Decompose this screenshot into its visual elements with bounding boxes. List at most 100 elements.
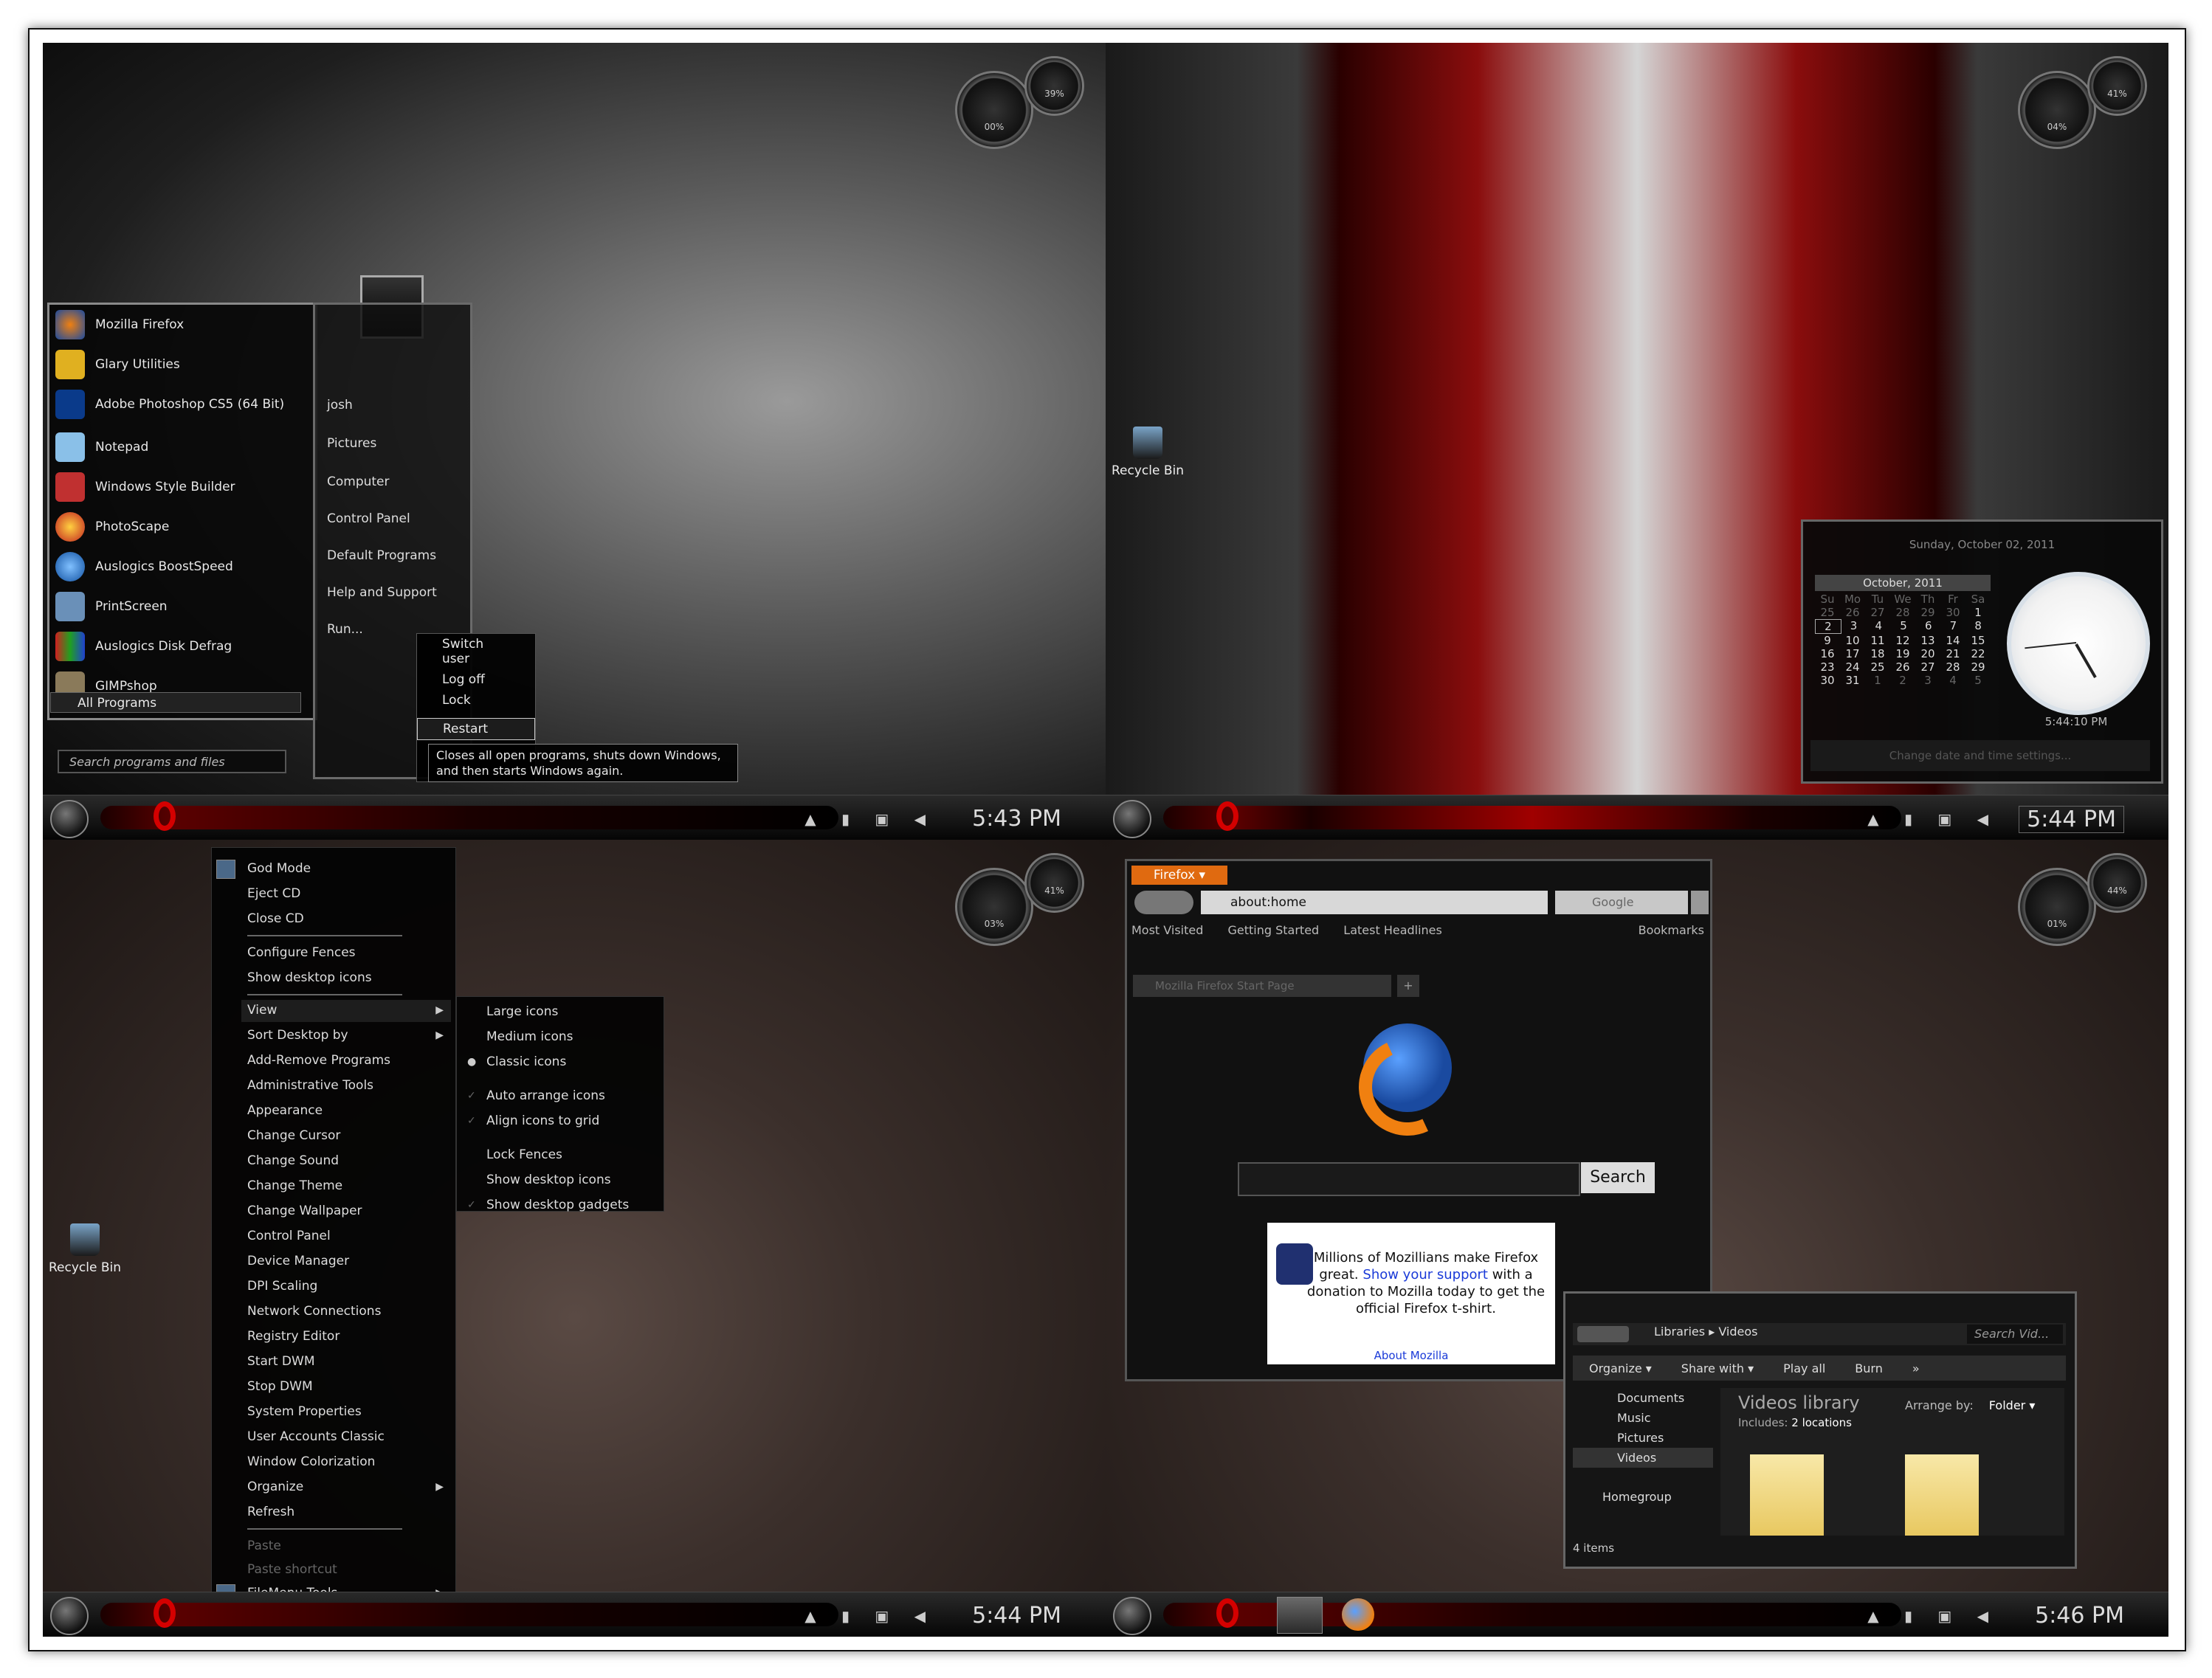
calendar-day[interactable]: 14 — [1940, 634, 1965, 647]
calendar-day[interactable]: 12 — [1890, 634, 1915, 647]
calendar-day[interactable]: 11 — [1865, 634, 1890, 647]
opera-icon[interactable] — [1216, 801, 1238, 831]
calendar-day[interactable]: 20 — [1915, 647, 1940, 660]
taskbar-clock[interactable]: 5:44 PM — [2019, 806, 2124, 833]
link-user[interactable]: josh — [327, 398, 353, 412]
menu-god-mode[interactable]: God Mode — [247, 861, 311, 876]
menu-show-desktop-icons[interactable]: Show desktop icons — [247, 970, 372, 985]
menu-dpi-scaling[interactable]: DPI Scaling — [247, 1279, 317, 1294]
calendar-day[interactable]: 24 — [1840, 660, 1865, 674]
calendar-day[interactable]: 10 — [1840, 634, 1865, 647]
menu-eject-cd[interactable]: Eject CD — [247, 886, 300, 901]
breadcrumb[interactable]: Libraries ▸ Videos — [1654, 1325, 1757, 1339]
menu-show-desktop-gadgets[interactable]: Show desktop gadgets — [486, 1198, 629, 1212]
menu-device-manager[interactable]: Device Manager — [247, 1254, 349, 1268]
folder-icon[interactable] — [1750, 1454, 1824, 1536]
arrange-by-dropdown[interactable]: Folder ▾ — [1989, 1398, 2036, 1412]
nav-pictures[interactable]: Pictures — [1573, 1428, 1713, 1448]
menu-close-cd[interactable]: Close CD — [247, 911, 304, 926]
calendar-day[interactable]: 28 — [1940, 660, 1965, 674]
menu-registry-editor[interactable]: Registry Editor — [247, 1329, 340, 1344]
calendar-day[interactable]: 19 — [1890, 647, 1915, 660]
nav-videos[interactable]: Videos — [1573, 1448, 1713, 1468]
calendar-day[interactable]: 29 — [1965, 660, 1991, 674]
system-tray[interactable]: ▲ ▮ ▣ ◀ — [804, 1607, 936, 1625]
breadcrumb-videos[interactable]: Videos — [1718, 1325, 1757, 1339]
menu-refresh[interactable]: Refresh — [247, 1505, 294, 1519]
calendar-day[interactable]: 13 — [1915, 634, 1940, 647]
calendar-day[interactable]: 1 — [1965, 606, 1991, 619]
nav-documents[interactable]: Documents — [1573, 1388, 1713, 1408]
bookmarks-button[interactable]: Bookmarks — [1639, 923, 1704, 937]
menu-switch-user[interactable]: Switch user — [417, 634, 535, 669]
promo-support-link[interactable]: Show your support — [1362, 1267, 1488, 1282]
menu-large-icons[interactable]: Large icons — [486, 1004, 558, 1019]
calendar-day-today[interactable]: 2 — [1815, 619, 1841, 634]
menu-auto-arrange[interactable]: Auto arrange icons — [486, 1088, 605, 1103]
more-button[interactable]: » — [1912, 1361, 1920, 1375]
calendar-day[interactable]: 3 — [1915, 674, 1940, 687]
menu-view-show-desktop-icons[interactable]: Show desktop icons — [486, 1173, 611, 1187]
menu-network-connections[interactable]: Network Connections — [247, 1304, 381, 1319]
back-forward-buttons[interactable] — [1134, 891, 1193, 914]
folder-icon[interactable] — [1905, 1454, 1979, 1536]
calendar-day[interactable]: 3 — [1841, 619, 1867, 634]
program-glary[interactable]: Glary Utilities — [55, 346, 180, 383]
firefox-menu-button[interactable]: Firefox ▾ — [1131, 866, 1227, 885]
calendar-day[interactable]: 29 — [1915, 606, 1940, 619]
menu-configure-fences[interactable]: Configure Fences — [247, 945, 356, 960]
includes-locations-link[interactable]: 2 locations — [1791, 1416, 1852, 1429]
calendar-day[interactable]: 5 — [1891, 619, 1916, 634]
calendar-day[interactable]: 17 — [1840, 647, 1865, 660]
calendar-day[interactable]: 30 — [1940, 606, 1965, 619]
calendar-day[interactable]: 4 — [1866, 619, 1891, 634]
system-tray[interactable]: ▲ ▮ ▣ ◀ — [1867, 1607, 1999, 1625]
opera-icon[interactable] — [1216, 1598, 1238, 1628]
calendar-day[interactable]: 27 — [1865, 606, 1890, 619]
taskbar-clock[interactable]: 5:43 PM — [972, 806, 1061, 832]
calendar-day[interactable]: 27 — [1915, 660, 1940, 674]
nav-homegroup[interactable]: Homegroup — [1573, 1487, 1713, 1507]
breadcrumb-libraries[interactable]: Libraries — [1654, 1325, 1705, 1339]
menu-sort-desktop[interactable]: Sort Desktop by — [247, 1028, 348, 1043]
explorer-back-forward[interactable] — [1577, 1326, 1629, 1342]
calendar-day[interactable]: 1 — [1865, 674, 1890, 687]
calendar-day[interactable]: 22 — [1965, 647, 1991, 660]
calendar-day[interactable]: 2 — [1890, 674, 1915, 687]
explorer-taskbar-icon[interactable] — [1277, 1597, 1323, 1634]
taskbar-clock[interactable]: 5:44 PM — [972, 1603, 1061, 1629]
calendar-day[interactable]: 26 — [1840, 606, 1865, 619]
menu-change-cursor[interactable]: Change Cursor — [247, 1128, 340, 1143]
opera-icon[interactable] — [154, 1598, 176, 1628]
link-pictures[interactable]: Pictures — [327, 436, 376, 451]
calendar-day[interactable]: 30 — [1815, 674, 1840, 687]
all-programs-button[interactable]: All Programs — [50, 692, 301, 713]
calendar-day[interactable]: 23 — [1815, 660, 1840, 674]
link-help-support[interactable]: Help and Support — [327, 585, 437, 600]
browser-tab[interactable]: Mozilla Firefox Start Page — [1133, 975, 1391, 997]
calendar-day[interactable]: 4 — [1940, 674, 1965, 687]
change-datetime-link[interactable]: Change date and time settings... — [1810, 740, 2150, 771]
start-orb[interactable] — [1113, 800, 1151, 838]
menu-system-properties[interactable]: System Properties — [247, 1404, 362, 1419]
calendar-day[interactable]: 8 — [1965, 619, 1991, 634]
menu-align-grid[interactable]: Align icons to grid — [486, 1114, 599, 1128]
menu-change-sound[interactable]: Change Sound — [247, 1153, 339, 1168]
start-search-input[interactable]: Search programs and files — [58, 750, 286, 773]
start-page-search-button[interactable]: Search — [1581, 1162, 1655, 1193]
link-default-programs[interactable]: Default Programs — [327, 548, 436, 563]
menu-start-dwm[interactable]: Start DWM — [247, 1354, 315, 1369]
calendar-day[interactable]: 18 — [1865, 647, 1890, 660]
menu-stop-dwm[interactable]: Stop DWM — [247, 1379, 313, 1394]
taskbar-clock[interactable]: 5:46 PM — [2035, 1603, 2124, 1629]
menu-log-off[interactable]: Log off — [417, 669, 535, 690]
menu-lock[interactable]: Lock — [417, 690, 535, 711]
calendar-day[interactable]: 25 — [1815, 606, 1840, 619]
program-disk-defrag[interactable]: Auslogics Disk Defrag — [55, 628, 232, 665]
menu-view[interactable]: View — [247, 1003, 277, 1018]
menu-change-wallpaper[interactable]: Change Wallpaper — [247, 1204, 362, 1218]
calendar-month[interactable]: October, 2011 — [1815, 575, 1991, 591]
start-page-search-input[interactable] — [1238, 1162, 1580, 1196]
calendar-day[interactable]: 28 — [1890, 606, 1915, 619]
menu-control-panel[interactable]: Control Panel — [247, 1229, 331, 1243]
